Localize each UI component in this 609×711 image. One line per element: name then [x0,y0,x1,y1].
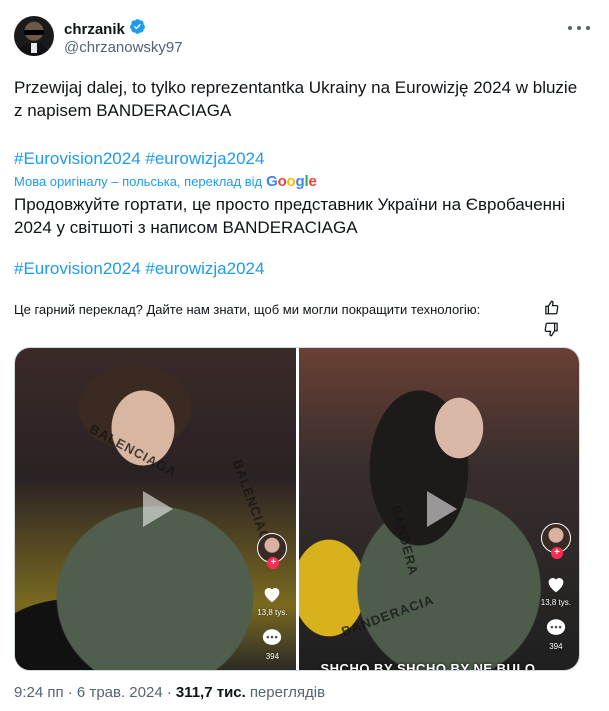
play-icon[interactable] [141,489,175,529]
verified-badge-icon [129,18,146,40]
thumbs-up-icon[interactable] [544,300,559,320]
tweet-text: Przewijaj dalej, to tylko reprezentantka… [14,78,578,120]
thumbs-down-icon[interactable] [544,322,559,342]
views-label: переглядів [249,684,326,701]
author-avatar[interactable] [14,16,54,56]
more-options-icon[interactable] [568,20,590,36]
video-left[interactable]: BALENCIAGA BALENCIAGA + 13,8 tys. 394 [15,348,296,670]
translation-feedback: Це гарний переклад? Дайте нам знати, щоб… [14,302,594,317]
heart-icon [545,573,567,595]
comment-icon [261,627,283,649]
creator-avatar: + [257,533,288,569]
tweet-hashtags[interactable]: #Eurovision2024 #eurowizja2024 [14,147,584,170]
tiktok-side-controls: + 13,8 tys. 394 [541,523,571,651]
tweet-footer: 9:24 пп · 6 трав. 2024 · 311,7 тис. пере… [14,684,325,701]
feedback-question: Це гарний переклад? Дайте нам знати, щоб… [14,302,481,317]
comment-count: 394 [265,652,280,661]
media-grid: BALENCIAGA BALENCIAGA + 13,8 tys. 394 BA… [14,347,580,671]
creator-avatar: + [540,523,571,559]
author-name-row: chrzanik [64,18,146,40]
comment-count: 394 [549,642,563,651]
play-icon[interactable] [425,489,459,529]
author-handle[interactable]: @chrzanowsky97 [64,39,183,56]
jacket-print: BANDERA [387,503,422,578]
video-right[interactable]: BANDERA BANDERACIA + 13,8 tys. 394 SHCHO… [298,348,579,670]
author-display-name[interactable]: chrzanik [64,21,125,38]
timestamp[interactable]: 9:24 пп · 6 трав. 2024 · [14,684,172,701]
translated-hashtags[interactable]: #Eurovision2024 #eurowizja2024 [14,257,584,280]
views-count: 311,7 тис. [175,684,246,701]
tiktok-side-controls: + 13,8 tys. 394 [257,533,288,661]
jacket-print: BANDERACIA [338,591,436,640]
heart-icon [261,583,283,605]
video-caption: SHCHO BY SHCHO BY NE BULO [320,661,536,670]
google-logo: Google [266,173,317,190]
translated-text: Продовжуйте гортати, це просто представн… [14,195,566,237]
translation-note[interactable]: Мова оригіналу – польська, переклад від … [14,173,317,190]
like-count: 13,8 tys. [540,598,571,607]
like-count: 13,8 tys. [257,608,288,617]
feedback-buttons [536,300,559,342]
jacket-print: BALENCIAGA [87,421,180,480]
comment-icon [545,617,567,639]
translation-note-text: Мова оригіналу – польська, переклад від [14,174,263,189]
tweet-header: chrzanik @chrzanowsky97 [14,16,594,64]
